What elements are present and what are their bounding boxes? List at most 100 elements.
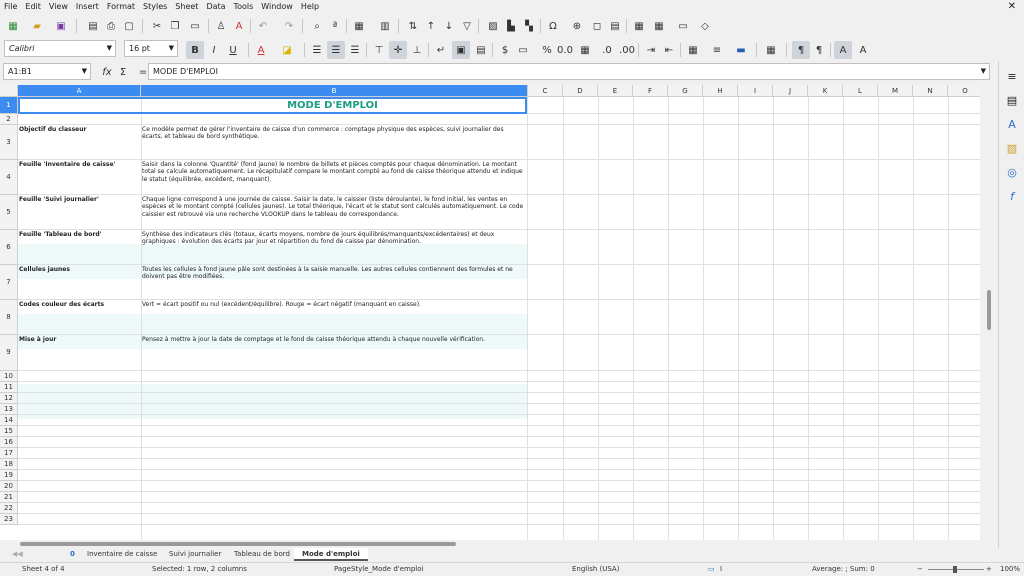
styles-icon[interactable]: A <box>1003 115 1021 133</box>
print-preview-icon[interactable]: ▢ <box>120 17 138 35</box>
row-header-11[interactable]: 11 <box>0 382 18 393</box>
wrap-text-icon[interactable]: ↵ <box>432 41 450 59</box>
column-header-k[interactable]: K <box>808 85 843 97</box>
selection-mode-icon[interactable]: ▭ <box>708 563 715 576</box>
row-header-10[interactable]: 10 <box>0 371 18 382</box>
insert-image-icon[interactable]: ▨ <box>484 17 502 35</box>
language-status[interactable]: English (USA) <box>572 563 619 576</box>
underline-button[interactable]: U <box>224 41 242 59</box>
functions-icon[interactable]: f <box>1003 187 1021 205</box>
font-name-combo[interactable]: Calibri ▼ <box>4 40 116 57</box>
name-box[interactable]: A1:B1 ▼ <box>3 63 91 80</box>
menu-file[interactable]: File <box>0 0 21 14</box>
cut-icon[interactable]: ✂ <box>148 17 166 35</box>
save-icon[interactable]: ▣ <box>52 17 70 35</box>
column-header-b[interactable]: B <box>141 85 528 97</box>
scrollbar-thumb[interactable] <box>987 290 991 330</box>
row-header-20[interactable]: 20 <box>0 481 18 492</box>
sum-icon[interactable]: Σ <box>114 63 132 81</box>
find-replace-icon[interactable]: ⌕ <box>308 17 326 35</box>
number-format-icon[interactable]: ▭ <box>514 41 532 59</box>
menu-tools[interactable]: Tools <box>230 0 258 14</box>
column-header-a[interactable]: A <box>18 85 141 97</box>
row-header-18[interactable]: 18 <box>0 459 18 470</box>
align-top-icon[interactable]: ⊤ <box>370 41 388 59</box>
merge-cells-icon[interactable]: ▤ <box>472 41 490 59</box>
menu-styles[interactable]: Styles <box>139 0 171 14</box>
hyperlink-icon[interactable]: ⊕ <box>568 17 586 35</box>
currency-format-icon[interactable]: $ <box>496 41 514 59</box>
row-header-19[interactable]: 19 <box>0 470 18 481</box>
define-print-area-icon[interactable]: ▦ <box>630 17 648 35</box>
align-right-icon[interactable]: ☰ <box>346 41 364 59</box>
row-header-8[interactable]: 8 <box>0 300 18 335</box>
undo-icon[interactable]: ↶ <box>254 17 272 35</box>
menu-insert[interactable]: Insert <box>72 0 103 14</box>
row-header-15[interactable]: 15 <box>0 426 18 437</box>
spreadsheet-grid[interactable]: A B C D E F G H I J K L M N O 1 2 3 4 5 … <box>0 85 980 540</box>
gallery-icon[interactable]: ▨ <box>1003 139 1021 157</box>
tab-tableau-de-bord[interactable]: Tableau de bord <box>226 548 298 561</box>
insert-chart-icon[interactable]: ▙ <box>502 17 520 35</box>
row-header-4[interactable]: 4 <box>0 160 18 195</box>
column-header-o[interactable]: O <box>948 85 980 97</box>
row-header-1[interactable]: 1 <box>0 97 18 114</box>
column-header-c[interactable]: C <box>528 85 563 97</box>
zoom-slider-thumb[interactable] <box>953 566 957 573</box>
increase-indent-icon[interactable]: ⇥ <box>642 41 660 59</box>
open-folder-icon[interactable]: ▰ <box>28 17 46 35</box>
comment-icon[interactable]: ◻ <box>588 17 606 35</box>
column-header-m[interactable]: M <box>878 85 913 97</box>
insert-mode-icon[interactable]: I <box>720 563 722 576</box>
row-header-2[interactable]: 2 <box>0 114 18 125</box>
menu-window[interactable]: Window <box>257 0 297 14</box>
scrollbar-thumb[interactable] <box>20 542 456 546</box>
close-document-icon[interactable]: ✕ <box>1008 0 1016 14</box>
column-header-l[interactable]: L <box>843 85 878 97</box>
column-header-h[interactable]: H <box>703 85 738 97</box>
redo-icon[interactable]: ↷ <box>280 17 298 35</box>
key-cell[interactable]: Objectif du classeur <box>18 125 141 159</box>
zoom-out-icon[interactable]: − <box>917 563 923 576</box>
formula-summary[interactable]: Average: ; Sum: 0 <box>812 563 875 576</box>
row-header-22[interactable]: 22 <box>0 503 18 514</box>
new-document-icon[interactable]: ▦ <box>4 17 22 35</box>
sort-descending-icon[interactable]: ↓ <box>440 17 458 35</box>
menu-view[interactable]: View <box>45 0 72 14</box>
headers-footers-icon[interactable]: ▤ <box>606 17 624 35</box>
column-header-i[interactable]: I <box>738 85 773 97</box>
freeze-rows-columns-icon[interactable]: ▦ <box>650 17 668 35</box>
right-to-left-icon[interactable]: ¶ <box>810 41 828 59</box>
column-icon[interactable]: ▥ <box>376 17 394 35</box>
sort-ascending-icon[interactable]: ↑ <box>422 17 440 35</box>
page-style[interactable]: PageStyle_Mode d'emploi <box>334 563 423 576</box>
date-format-icon[interactable]: ▦ <box>576 41 594 59</box>
menu-sheet[interactable]: Sheet <box>171 0 202 14</box>
tab-mode-d-emploi[interactable]: Mode d'emploi <box>294 548 368 561</box>
align-center-icon[interactable]: ☰ <box>327 41 345 59</box>
row-header-3[interactable]: 3 <box>0 125 18 160</box>
bold-button[interactable]: B <box>186 41 204 59</box>
font-size-combo[interactable]: 16 pt ▼ <box>124 40 178 57</box>
row-header-16[interactable]: 16 <box>0 437 18 448</box>
decrease-indent-icon[interactable]: ⇤ <box>660 41 678 59</box>
conditional-format-icon[interactable]: ▦ <box>762 41 780 59</box>
sort-icon[interactable]: ⇅ <box>404 17 422 35</box>
title-cell[interactable]: MODE D'EMPLOI <box>18 97 527 114</box>
row-header-17[interactable]: 17 <box>0 448 18 459</box>
borders-icon[interactable]: ▦ <box>684 41 702 59</box>
row-header-13[interactable]: 13 <box>0 404 18 415</box>
formula-input[interactable]: MODE D'EMPLOI ▼ <box>148 63 990 80</box>
text-direction-horizontal-icon[interactable]: A <box>834 41 852 59</box>
sidebar-menu-icon[interactable]: ≡ <box>1003 67 1021 85</box>
description-cell[interactable]: Vert = écart positif ou nul (excédent/éq… <box>141 300 527 334</box>
menu-edit[interactable]: Edit <box>21 0 45 14</box>
decimal-format-icon[interactable]: 0.0 <box>556 41 574 59</box>
text-direction-vertical-icon[interactable]: A <box>854 41 872 59</box>
column-header-j[interactable]: J <box>773 85 808 97</box>
clone-formatting-icon[interactable]: ♙ <box>212 17 230 35</box>
description-cell[interactable]: Synthèse des indicateurs clés (totaux, é… <box>141 230 527 264</box>
center-vertically-icon[interactable]: ✛ <box>389 41 407 59</box>
menu-help[interactable]: Help <box>297 0 323 14</box>
align-left-icon[interactable]: ☰ <box>308 41 326 59</box>
